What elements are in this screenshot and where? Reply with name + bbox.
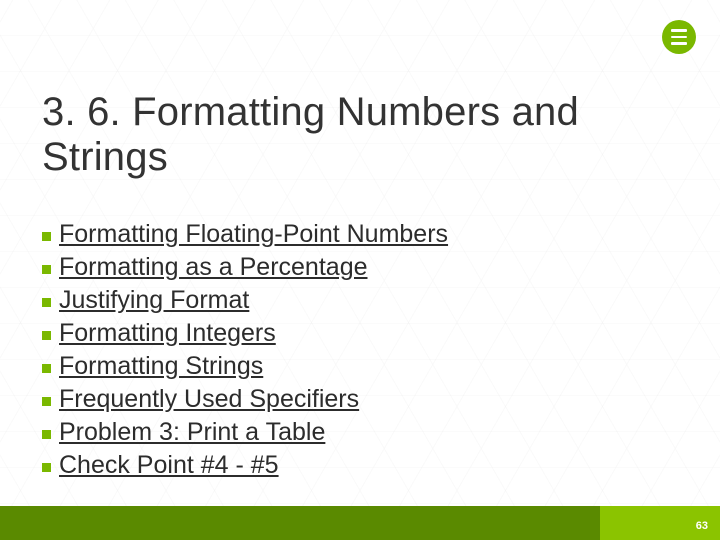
bullet-icon [42, 430, 51, 439]
menu-button[interactable] [662, 20, 696, 54]
bullet-icon [42, 298, 51, 307]
list-item: Formatting Integers [42, 319, 678, 348]
footer-bar [0, 506, 720, 540]
bullet-icon [42, 331, 51, 340]
bullet-icon [42, 265, 51, 274]
bullet-icon [42, 232, 51, 241]
topic-link[interactable]: Formatting Integers [59, 319, 276, 348]
hamburger-icon [671, 29, 687, 32]
topic-link[interactable]: Formatting Strings [59, 352, 263, 381]
bullet-icon [42, 397, 51, 406]
list-item: Formatting as a Percentage [42, 253, 678, 282]
hamburger-icon [671, 42, 687, 45]
slide-title: 3. 6. Formatting Numbers and Strings [42, 90, 678, 180]
list-item: Justifying Format [42, 286, 678, 315]
topic-link[interactable]: Formatting as a Percentage [59, 253, 368, 282]
hamburger-icon [671, 36, 687, 39]
bullet-icon [42, 463, 51, 472]
topic-link[interactable]: Check Point #4 - #5 [59, 451, 279, 480]
page-number: 63 [696, 520, 708, 532]
topic-link[interactable]: Frequently Used Specifiers [59, 385, 359, 414]
list-item: Formatting Strings [42, 352, 678, 381]
list-item: Formatting Floating-Point Numbers [42, 220, 678, 249]
topic-link[interactable]: Problem 3: Print a Table [59, 418, 325, 447]
topic-link[interactable]: Justifying Format [59, 286, 249, 315]
footer-bar-dark [0, 506, 600, 540]
topic-link[interactable]: Formatting Floating-Point Numbers [59, 220, 448, 249]
list-item: Problem 3: Print a Table [42, 418, 678, 447]
list-item: Frequently Used Specifiers [42, 385, 678, 414]
slide-content: 3. 6. Formatting Numbers and Strings For… [0, 0, 720, 480]
list-item: Check Point #4 - #5 [42, 451, 678, 480]
link-list: Formatting Floating-Point Numbers Format… [42, 220, 678, 480]
bullet-icon [42, 364, 51, 373]
